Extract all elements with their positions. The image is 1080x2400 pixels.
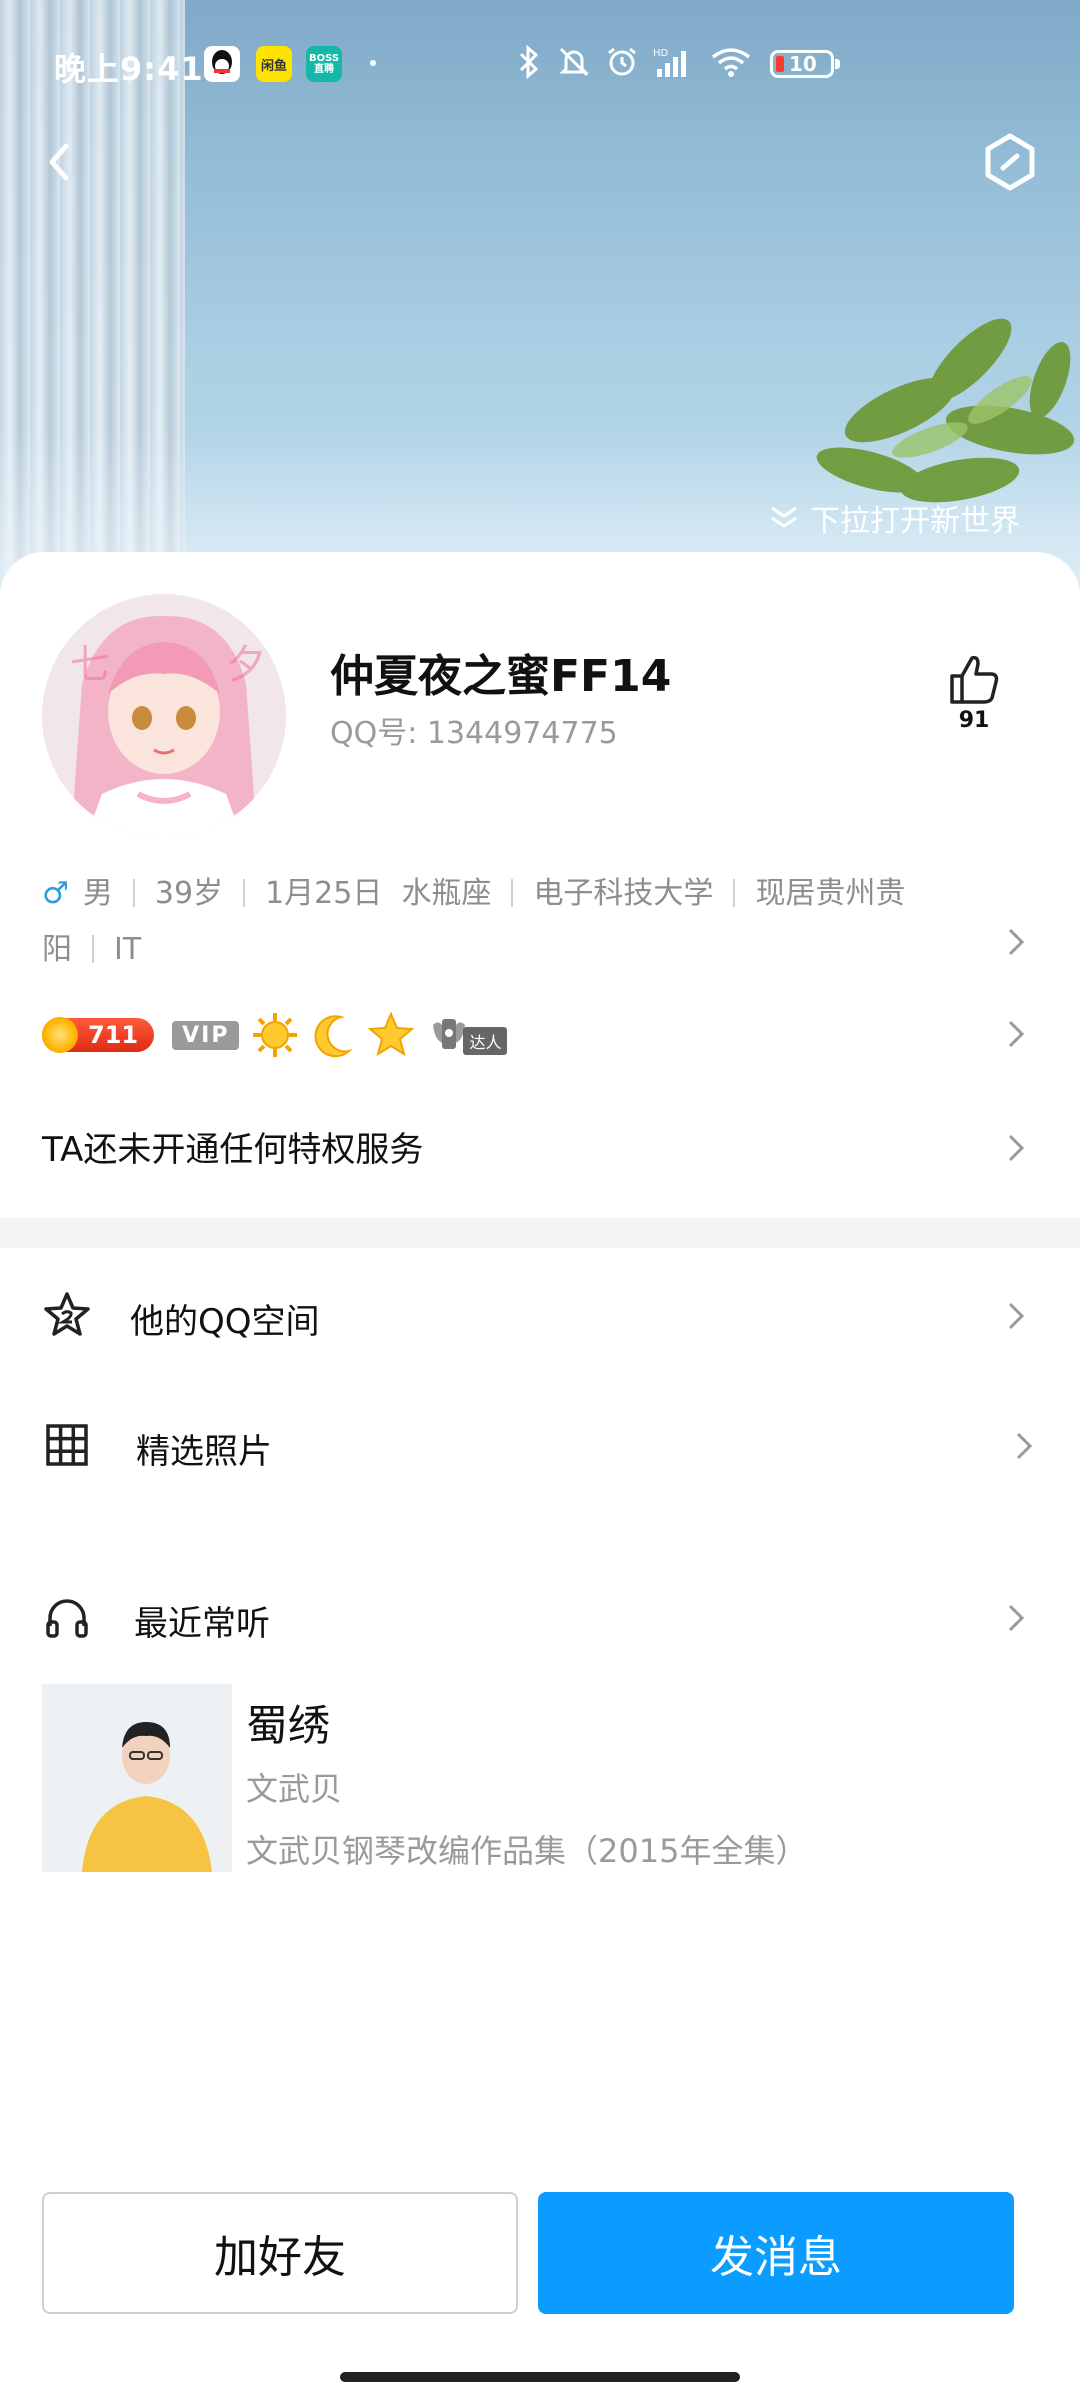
privilege-status[interactable]: TA还未开通任何特权服务 <box>42 1122 423 1171</box>
sun-level-icon <box>42 1017 78 1053</box>
qzone-row[interactable]: 他的QQ空间 <box>0 1270 1080 1360</box>
status-bar: 晚上9:41 闲鱼 BOSS 直聘 HD 10 <box>0 38 1080 88</box>
chevron-right-icon <box>1008 1604 1025 1632</box>
separator <box>132 879 135 907</box>
album-cover-image <box>42 1684 232 1872</box>
thumbs-up-icon <box>950 655 999 704</box>
svg-text:HD: HD <box>653 48 669 59</box>
pull-down-hint[interactable]: 下拉打开新世界 <box>768 496 1020 540</box>
mute-bell-icon <box>556 44 592 80</box>
chevron-right-icon <box>1016 1432 1033 1460</box>
age: 39岁 <box>154 876 224 911</box>
more-button[interactable] <box>980 130 1040 194</box>
chevron-right-icon[interactable] <box>1004 1016 1028 1052</box>
xianyu-app-icon: 闲鱼 <box>256 46 292 82</box>
alarm-icon <box>604 44 640 80</box>
vip-badge: VIP <box>172 1020 240 1050</box>
back-icon <box>49 143 69 181</box>
song-title: 蜀绣 <box>246 1701 331 1750</box>
daren-badge: 达人 <box>429 1013 508 1057</box>
add-friend-button[interactable]: 加好友 <box>42 2192 518 2314</box>
gender: 男 <box>82 876 113 911</box>
qq-app-icon <box>204 46 240 82</box>
grid-icon <box>46 1424 88 1466</box>
bluetooth-icon <box>516 44 542 80</box>
svg-text:七: 七 <box>70 642 110 688</box>
battery-level: 10 <box>789 52 817 76</box>
send-message-button[interactable]: 发消息 <box>538 2192 1014 2314</box>
profile-info[interactable]: ♂ 男 39岁 1月25日 水瓶座 电子科技大学 现居贵州贵阳 IT <box>42 866 992 978</box>
separator <box>243 879 246 907</box>
battery-indicator: 10 <box>770 50 840 78</box>
headphones-icon <box>46 1599 88 1638</box>
zodiac: 水瓶座 <box>401 876 492 911</box>
separator <box>511 879 514 907</box>
song-artist: 文武贝 <box>246 1770 343 1808</box>
industry: IT <box>114 932 142 967</box>
chevron-right-icon <box>1008 1302 1025 1330</box>
photos-label: 精选照片 <box>136 1432 272 1472</box>
daren-tag: 达人 <box>463 1027 508 1055</box>
like-count: 91 <box>958 708 990 733</box>
pull-hint-text: 下拉打开新世界 <box>810 504 1020 539</box>
separator <box>733 879 736 907</box>
nickname: 仲夏夜之蜜FF14 <box>330 651 672 702</box>
badge-row[interactable]: 711 VIP 达人 <box>42 1010 508 1060</box>
anime-avatar-image: 七 夕 <box>42 594 286 838</box>
hexagon-icon <box>985 133 1035 191</box>
star-badge-icon <box>367 1011 416 1059</box>
signal-hd-icon: HD <box>650 44 696 80</box>
svg-text:夕: 夕 <box>226 642 266 688</box>
level-number: 711 <box>88 1021 139 1049</box>
recent-music-label: 最近常听 <box>134 1604 270 1644</box>
double-chevron-down-icon <box>771 506 797 528</box>
section-divider <box>0 1218 1080 1248</box>
sun-badge-icon <box>251 1011 299 1059</box>
chevron-right-icon[interactable] <box>1004 1130 1028 1166</box>
notification-dot <box>370 60 376 66</box>
album-cover <box>42 1684 232 1872</box>
male-icon: ♂ <box>42 876 69 911</box>
recent-music-row[interactable]: 最近常听 <box>0 1572 1080 1662</box>
song-album: 文武贝钢琴改编作品集（2015年全集） <box>246 1832 808 1870</box>
school: 电子科技大学 <box>533 876 714 911</box>
avatar[interactable]: 七 夕 <box>42 594 286 838</box>
location-line1: 现居贵州贵 <box>755 876 906 911</box>
qq-number[interactable]: QQ号: 1344974775 <box>330 708 618 752</box>
level-badge: 711 <box>42 1017 155 1053</box>
chevron-right-icon[interactable] <box>1004 924 1028 960</box>
music-item[interactable]: 蜀绣 文武贝 文武贝钢琴改编作品集（2015年全集） <box>42 1684 1042 1872</box>
like-button[interactable] <box>944 650 1004 710</box>
qzone-label: 他的QQ空间 <box>130 1302 320 1342</box>
boss-app-icon: BOSS 直聘 <box>306 46 342 82</box>
wifi-icon <box>708 44 754 80</box>
separator <box>92 935 94 963</box>
moon-badge-icon <box>311 1011 355 1059</box>
back-button[interactable] <box>36 132 86 192</box>
star-icon <box>44 1292 90 1336</box>
home-indicator[interactable] <box>340 2372 740 2382</box>
status-time: 晚上9:41 <box>54 50 204 88</box>
birthday: 1月25日 <box>265 876 383 911</box>
photos-row[interactable]: 精选照片 <box>0 1400 1080 1490</box>
location-line2: 阳 <box>42 932 72 967</box>
